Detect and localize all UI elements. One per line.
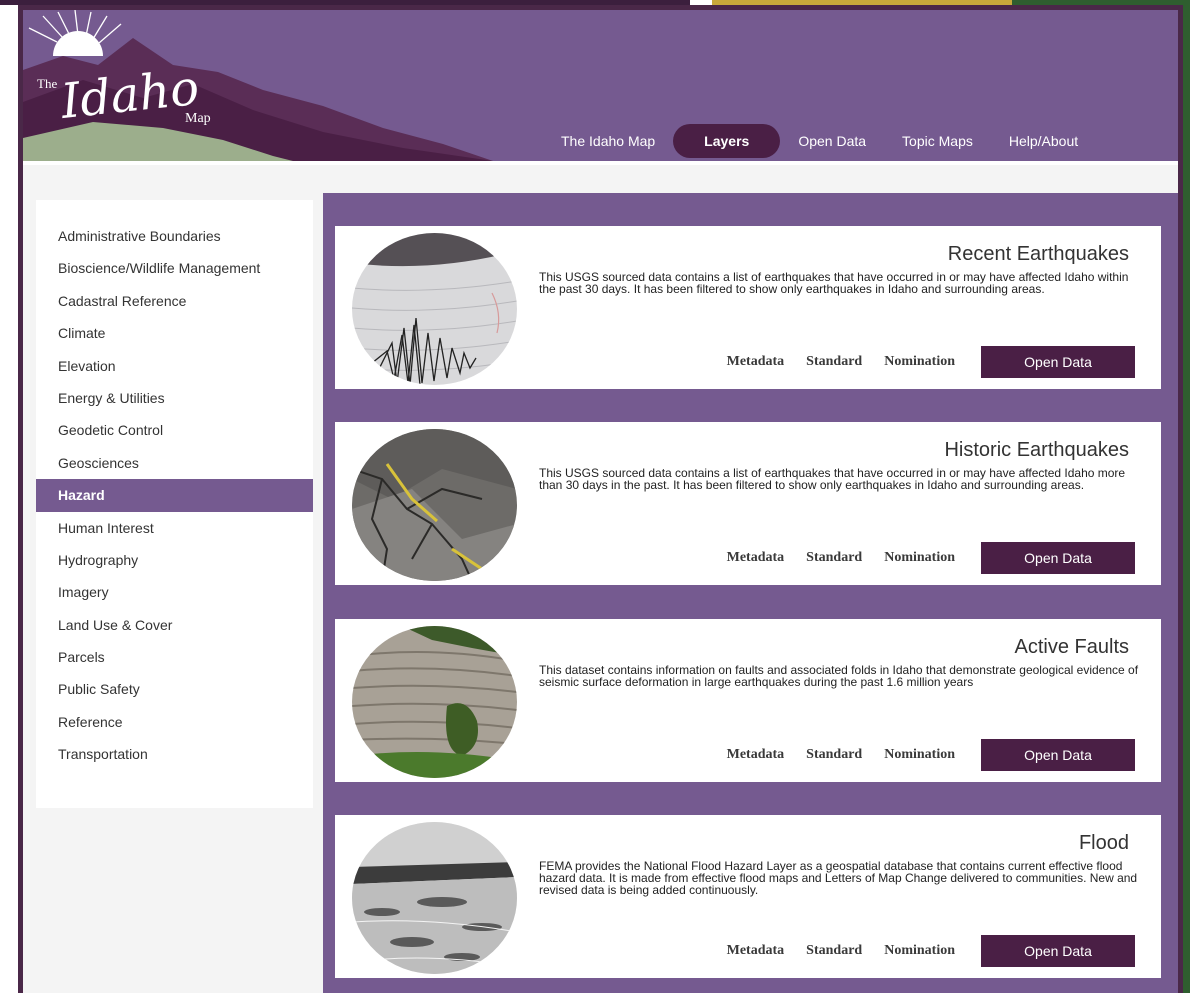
logo-text-the: The [37,76,57,91]
sidebar-item-elevation[interactable]: Elevation [36,350,313,382]
sidebar-item-energy-utilities[interactable]: Energy & Utilities [36,382,313,414]
nav-open-data[interactable]: Open Data [780,125,884,157]
seismograph-photo-icon [352,233,517,385]
page-background [23,165,1178,193]
sidebar-item-geosciences[interactable]: Geosciences [36,447,313,479]
nomination-link[interactable]: Nomination [884,943,955,959]
standard-link[interactable]: Standard [806,354,862,370]
cracked-road-photo-icon [352,429,517,581]
layer-list: Recent Earthquakes This USGS sourced dat… [323,193,1178,993]
card-title: Flood [1078,832,1129,854]
nomination-link[interactable]: Nomination [884,747,955,763]
card-actions: Metadata Standard Nomination Open Data [727,935,1135,967]
sidebar-item-public-safety[interactable]: Public Safety [36,673,313,705]
app-window: The Idaho Map The Idaho Map Layers Open … [18,5,1183,993]
nomination-link[interactable]: Nomination [884,354,955,370]
open-data-button[interactable]: Open Data [981,542,1135,574]
sidebar-item-bioscience-wildlife[interactable]: Bioscience/Wildlife Management [36,252,313,284]
rock-cliff-photo-icon [352,626,517,778]
sidebar-item-land-use-cover[interactable]: Land Use & Cover [36,609,313,641]
card-description: This USGS sourced data contains a list o… [539,466,1126,492]
card-title: Historic Earthquakes [944,439,1129,461]
layer-card-flood: Flood FEMA provides the National Flood H… [335,815,1161,978]
sidebar-item-human-interest[interactable]: Human Interest [36,512,313,544]
card-description: This USGS sourced data contains a list o… [539,270,1129,296]
card-actions: Metadata Standard Nomination Open Data [727,739,1135,771]
metadata-link[interactable]: Metadata [727,943,785,959]
card-description: FEMA provides the National Flood Hazard … [539,859,1138,897]
nav-layers[interactable]: Layers [673,124,781,158]
metadata-link[interactable]: Metadata [727,550,785,566]
sidebar-item-hydrography[interactable]: Hydrography [36,544,313,576]
site-header: The Idaho Map The Idaho Map Layers Open … [23,10,1178,161]
standard-link[interactable]: Standard [806,550,862,566]
sidebar-item-imagery[interactable]: Imagery [36,576,313,608]
card-title: Recent Earthquakes [947,243,1129,265]
metadata-link[interactable]: Metadata [727,747,785,763]
main-nav: The Idaho Map Layers Open Data Topic Map… [543,124,1096,158]
standard-link[interactable]: Standard [806,943,862,959]
logo-text-map: Map [185,111,211,126]
nav-the-idaho-map[interactable]: The Idaho Map [543,125,673,157]
open-data-button[interactable]: Open Data [981,935,1135,967]
card-actions: Metadata Standard Nomination Open Data [727,346,1135,378]
category-sidebar: Administrative Boundaries Bioscience/Wil… [36,200,313,808]
layer-card-recent-earthquakes: Recent Earthquakes This USGS sourced dat… [335,226,1161,389]
open-data-button[interactable]: Open Data [981,346,1135,378]
sidebar-item-parcels[interactable]: Parcels [36,641,313,673]
layer-card-historic-earthquakes: Historic Earthquakes This USGS sourced d… [335,422,1161,585]
card-title: Active Faults [1014,636,1129,658]
open-data-button[interactable]: Open Data [981,739,1135,771]
flooded-field-photo-icon [352,822,517,974]
sidebar-item-transportation[interactable]: Transportation [36,738,313,770]
nav-help-about[interactable]: Help/About [991,125,1096,157]
right-edge-green-strip [1183,0,1190,993]
card-description: This dataset contains information on fau… [539,663,1139,689]
sidebar-item-reference[interactable]: Reference [36,706,313,738]
nav-topic-maps[interactable]: Topic Maps [884,125,991,157]
layer-card-active-faults: Active Faults This dataset contains info… [335,619,1161,782]
sidebar-item-geodetic-control[interactable]: Geodetic Control [36,414,313,446]
standard-link[interactable]: Standard [806,747,862,763]
sidebar-item-cadastral-reference[interactable]: Cadastral Reference [36,285,313,317]
idaho-map-logo[interactable]: The Idaho Map [23,10,493,161]
card-actions: Metadata Standard Nomination Open Data [727,542,1135,574]
sidebar-item-climate[interactable]: Climate [36,317,313,349]
nomination-link[interactable]: Nomination [884,550,955,566]
sidebar-item-administrative-boundaries[interactable]: Administrative Boundaries [36,220,313,252]
metadata-link[interactable]: Metadata [727,354,785,370]
sidebar-item-hazard[interactable]: Hazard [36,479,313,512]
